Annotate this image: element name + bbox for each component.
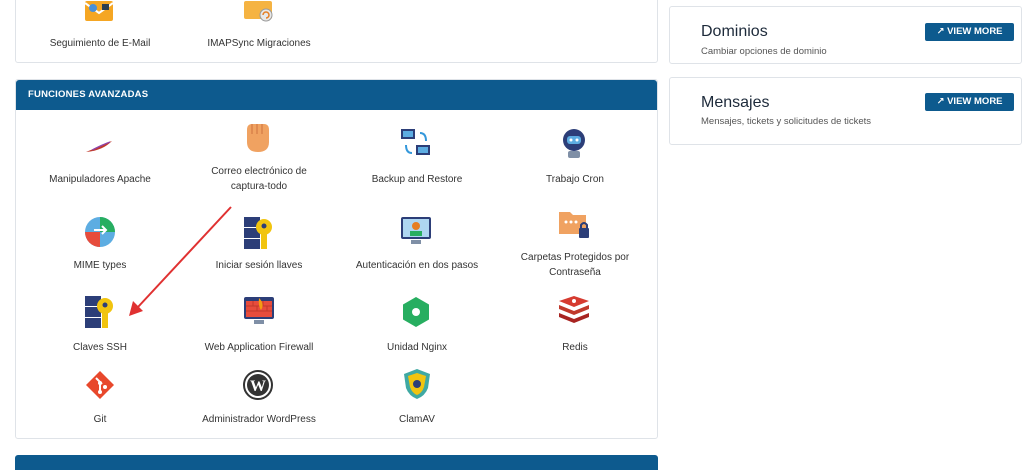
messages-view-more-button[interactable]: ↗ VIEW MORE	[925, 93, 1014, 111]
external-link-icon: ↗	[936, 26, 945, 37]
annotation-arrow	[129, 206, 232, 316]
domains-card: Dominios Cambiar opciones de dominio ↗ V…	[669, 6, 1022, 64]
messages-title: Mensajes	[701, 94, 770, 111]
messages-subtitle: Mensajes, tickets y solicitudes de ticke…	[701, 116, 872, 127]
external-link-icon: ↗	[936, 96, 945, 107]
domains-title: Dominios	[701, 23, 768, 40]
domains-view-more-button[interactable]: ↗ VIEW MORE	[925, 23, 1014, 41]
domains-subtitle: Cambiar opciones de dominio	[701, 46, 827, 57]
messages-card: Mensajes Mensajes, tickets y solicitudes…	[669, 77, 1022, 145]
